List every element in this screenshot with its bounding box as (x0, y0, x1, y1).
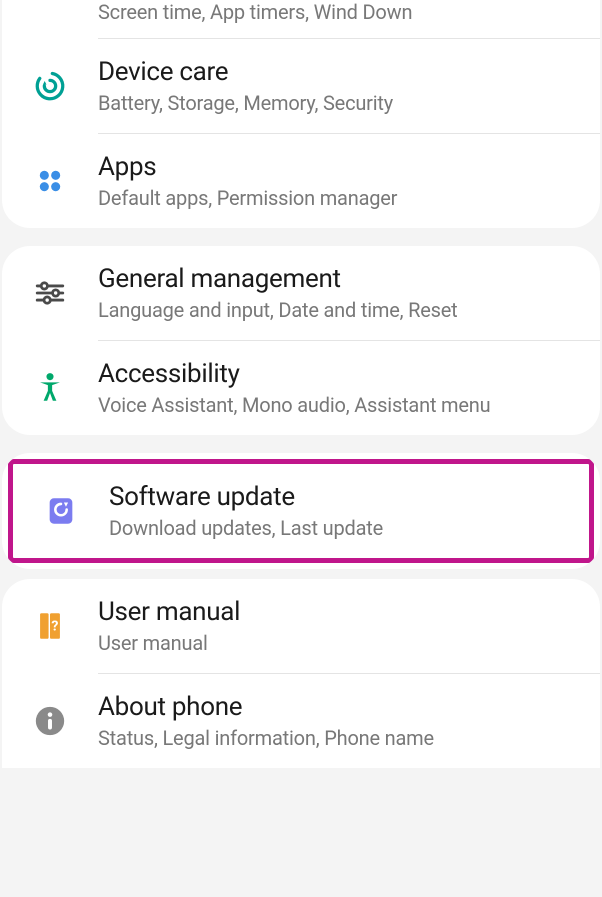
settings-item-device-care[interactable]: Device care Battery, Storage, Memory, Se… (2, 39, 600, 133)
settings-group-3: Software update Download updates, Last u… (2, 453, 600, 569)
settings-item-title: User manual (98, 597, 576, 627)
settings-item-accessibility[interactable]: Accessibility Voice Assistant, Mono audi… (2, 341, 600, 435)
info-icon (20, 704, 80, 738)
settings-item-subtitle: User manual (98, 631, 576, 655)
settings-group-2: General management Language and input, D… (2, 246, 600, 435)
settings-item-digital-wellbeing[interactable]: Screen time, App timers, Wind Down (2, 0, 600, 38)
settings-group-4: ? User manual User manual About phone St… (2, 579, 600, 768)
device-care-icon (20, 69, 80, 103)
settings-item-title: Device care (98, 57, 576, 87)
settings-item-title: Apps (98, 152, 576, 182)
sliders-icon (20, 276, 80, 310)
settings-item-subtitle: Download updates, Last update (109, 516, 565, 540)
user-manual-icon: ? (20, 609, 80, 643)
settings-item-subtitle: Battery, Storage, Memory, Security (98, 91, 576, 115)
settings-item-apps[interactable]: Apps Default apps, Permission manager (2, 134, 600, 228)
accessibility-icon (20, 371, 80, 405)
settings-item-subtitle: Language and input, Date and time, Reset (98, 298, 576, 322)
settings-item-subtitle: Screen time, App timers, Wind Down (98, 0, 576, 24)
settings-item-title: Accessibility (98, 359, 576, 389)
svg-text:?: ? (51, 618, 58, 634)
settings-item-general-management[interactable]: General management Language and input, D… (2, 246, 600, 340)
settings-item-subtitle: Voice Assistant, Mono audio, Assistant m… (98, 393, 576, 417)
settings-item-about-phone[interactable]: About phone Status, Legal information, P… (2, 674, 600, 768)
settings-item-title: Software update (109, 482, 565, 512)
highlight-box: Software update Download updates, Last u… (8, 459, 594, 563)
apps-icon (20, 164, 80, 198)
settings-group-1: Screen time, App timers, Wind Down Devic… (2, 0, 600, 228)
software-update-icon (31, 494, 91, 528)
settings-item-title: General management (98, 264, 576, 294)
settings-item-user-manual[interactable]: ? User manual User manual (2, 579, 600, 673)
settings-item-software-update[interactable]: Software update Download updates, Last u… (13, 464, 589, 558)
settings-item-subtitle: Status, Legal information, Phone name (98, 726, 576, 750)
settings-item-subtitle: Default apps, Permission manager (98, 186, 576, 210)
settings-item-title: About phone (98, 692, 576, 722)
